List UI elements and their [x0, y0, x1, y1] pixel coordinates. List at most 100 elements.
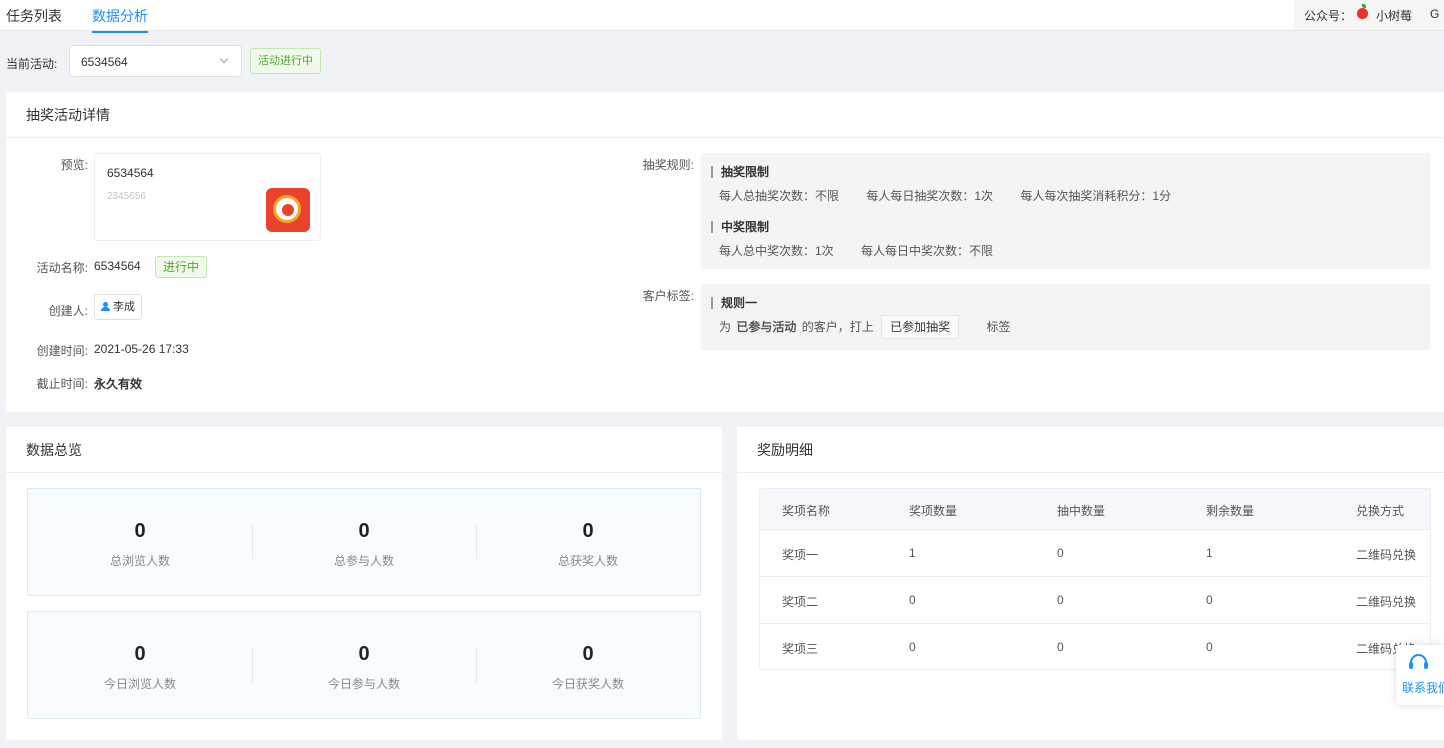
- cell-redeem-method: 二维码兑换: [1356, 595, 1417, 609]
- column-header: 兑换方式: [1356, 504, 1405, 518]
- top-nav: 任务列表 数据分析 公众号： 小树莓 G: [0, 0, 1444, 33]
- preview-label: 预览:: [60, 158, 88, 172]
- preview-subtitle: 2345656: [107, 191, 146, 202]
- apple-icon: [1357, 4, 1368, 19]
- stat-today-views: 0 今日浏览人数: [28, 612, 252, 718]
- column-header: 奖项名称: [782, 504, 831, 518]
- cell-remaining-qty: 1: [1206, 546, 1213, 560]
- column-header: 奖项数量: [909, 504, 958, 518]
- rule-group-title: 抽奖限制: [711, 166, 769, 178]
- table-header: 奖项名称 奖项数量 抽中数量 剩余数量 兑换方式: [760, 489, 1430, 529]
- activity-name-value: 6534564: [94, 259, 141, 273]
- today-stats-box: 0 今日浏览人数 0 今日参与人数 0 今日获奖人数: [27, 611, 701, 719]
- tag-rule-middle: 的客户，打上: [801, 320, 874, 334]
- reward-table: 奖项名称 奖项数量 抽中数量 剩余数量 兑换方式 奖项一 1 0 1 二维码兑换…: [759, 488, 1431, 670]
- cell-prize-qty: 1: [909, 546, 916, 560]
- table-row: 奖项二 0 0 0 二维码兑换: [760, 576, 1430, 623]
- account-info[interactable]: 公众号： 小树莓 G: [1294, 0, 1444, 30]
- stat-value: 0: [582, 643, 594, 665]
- activity-select-value: 6534564: [81, 55, 128, 69]
- stat-value: 0: [358, 520, 370, 542]
- chevron-down-icon: [219, 54, 229, 64]
- reward-card-title: 奖励明细: [737, 427, 1444, 473]
- prize-wheel-icon: [266, 188, 310, 232]
- cell-prize-name: 奖项二: [782, 595, 819, 609]
- stat-value: 0: [134, 643, 146, 665]
- cell-remaining-qty: 0: [1206, 640, 1213, 654]
- account-name: 小树莓: [1376, 9, 1413, 23]
- rule-item: 每人总抽奖次数：不限: [719, 189, 840, 203]
- stat-total-views: 0 总浏览人数: [28, 489, 252, 595]
- stat-label: 总浏览人数: [109, 554, 170, 568]
- stat-label: 总参与人数: [333, 554, 394, 568]
- rule-group-items: 每人总中奖次数：1次 每人每日中奖次数：不限: [719, 242, 1017, 259]
- deadline-label: 截止时间:: [36, 377, 88, 391]
- lottery-rules-label: 抽奖规则:: [642, 158, 694, 172]
- stat-total-participants: 0 总参与人数: [252, 489, 476, 595]
- activity-select[interactable]: 6534564: [69, 45, 242, 77]
- lottery-detail-card: 抽奖活动详情 预览: 6534564 2345656 活动名称: 6534564…: [6, 92, 1444, 412]
- preview-title: 6534564: [107, 166, 154, 180]
- stat-label: 总获奖人数: [557, 554, 618, 568]
- rule-group-items: 每人总抽奖次数：不限 每人每日抽奖次数：1次 每人每次抽奖消耗积分：1分: [719, 187, 1195, 204]
- current-activity-label: 当前活动:: [6, 57, 58, 71]
- creator-tag[interactable]: 李成: [94, 294, 142, 320]
- stat-label: 今日浏览人数: [103, 677, 176, 691]
- cell-redeem-method: 二维码兑换: [1356, 548, 1417, 562]
- column-header: 抽中数量: [1057, 504, 1106, 518]
- rule-item: 每人每日抽奖次数：1次: [866, 189, 994, 203]
- preview-card: 6534564 2345656: [94, 153, 321, 241]
- tag-rule-suffix: 标签: [986, 320, 1011, 334]
- data-overview-card: 数据总览 0 总浏览人数 0 总参与人数 0 总获奖人数 0 今日浏览人数 0 …: [6, 427, 722, 740]
- stat-value: 0: [134, 520, 146, 542]
- tab-task-list[interactable]: 任务列表: [6, 6, 62, 26]
- contact-us-button[interactable]: 联系我们: [1396, 645, 1444, 705]
- rule-item: 每人每次抽奖消耗积分：1分: [1020, 189, 1172, 203]
- tag-rule-condition: 已参与活动: [736, 320, 797, 334]
- customer-tag-box: 规则一 为 已参与活动 的客户，打上 已参加抽奖 标签: [701, 284, 1430, 350]
- tab-data-analysis[interactable]: 数据分析: [92, 6, 148, 33]
- overview-card-title: 数据总览: [6, 427, 722, 473]
- tag-rule-prefix: 为: [719, 320, 732, 334]
- stat-today-winners: 0 今日获奖人数: [476, 612, 700, 718]
- reward-detail-card: 奖励明细 奖项名称 奖项数量 抽中数量 剩余数量 兑换方式 奖项一 1 0 1 …: [737, 427, 1444, 740]
- account-label: 公众号：: [1304, 9, 1353, 23]
- total-stats-box: 0 总浏览人数 0 总参与人数 0 总获奖人数: [27, 488, 701, 596]
- stat-label: 今日获奖人数: [551, 677, 624, 691]
- column-header: 剩余数量: [1206, 504, 1255, 518]
- activity-status-badge: 活动进行中: [250, 48, 321, 74]
- table-row: 奖项三 0 0 0 二维码兑换: [760, 623, 1430, 669]
- lottery-rules-box: 抽奖限制 每人总抽奖次数：不限 每人每日抽奖次数：1次 每人每次抽奖消耗积分：1…: [701, 153, 1430, 269]
- activity-name-label: 活动名称:: [36, 261, 88, 275]
- stat-value: 0: [582, 520, 594, 542]
- rule-item: 每人每日中奖次数：不限: [861, 244, 994, 258]
- account-extra: G: [1430, 7, 1440, 21]
- user-icon: [101, 302, 110, 311]
- rule-item: 每人总中奖次数：1次: [719, 244, 834, 258]
- cell-prize-qty: 0: [909, 593, 916, 607]
- detail-card-title: 抽奖活动详情: [6, 92, 1444, 138]
- cell-remaining-qty: 0: [1206, 593, 1213, 607]
- tag-rule-title: 规则一: [711, 297, 757, 309]
- customer-tag-label: 客户标签:: [642, 289, 694, 303]
- cell-drawn-qty: 0: [1057, 640, 1064, 654]
- created-time-label: 创建时间:: [36, 344, 88, 358]
- table-row: 奖项一 1 0 1 二维码兑换: [760, 529, 1430, 576]
- rule-group-title: 中奖限制: [711, 221, 769, 233]
- cell-prize-name: 奖项一: [782, 548, 819, 562]
- contact-us-label: 联系我们: [1402, 681, 1444, 695]
- creator-name: 李成: [113, 301, 135, 313]
- stat-today-participants: 0 今日参与人数: [252, 612, 476, 718]
- deadline-value: 永久有效: [94, 377, 143, 391]
- cell-drawn-qty: 0: [1057, 593, 1064, 607]
- activity-status-tag: 进行中: [155, 256, 208, 278]
- cell-drawn-qty: 0: [1057, 546, 1064, 560]
- cell-prize-qty: 0: [909, 640, 916, 654]
- creator-label: 创建人:: [48, 304, 88, 318]
- stat-total-winners: 0 总获奖人数: [476, 489, 700, 595]
- cell-prize-name: 奖项三: [782, 642, 819, 656]
- stat-label: 今日参与人数: [327, 677, 400, 691]
- created-time-value: 2021-05-26 17:33: [94, 342, 189, 356]
- customer-tag-chip: 已参加抽奖: [881, 315, 960, 339]
- headset-icon: [1409, 654, 1428, 669]
